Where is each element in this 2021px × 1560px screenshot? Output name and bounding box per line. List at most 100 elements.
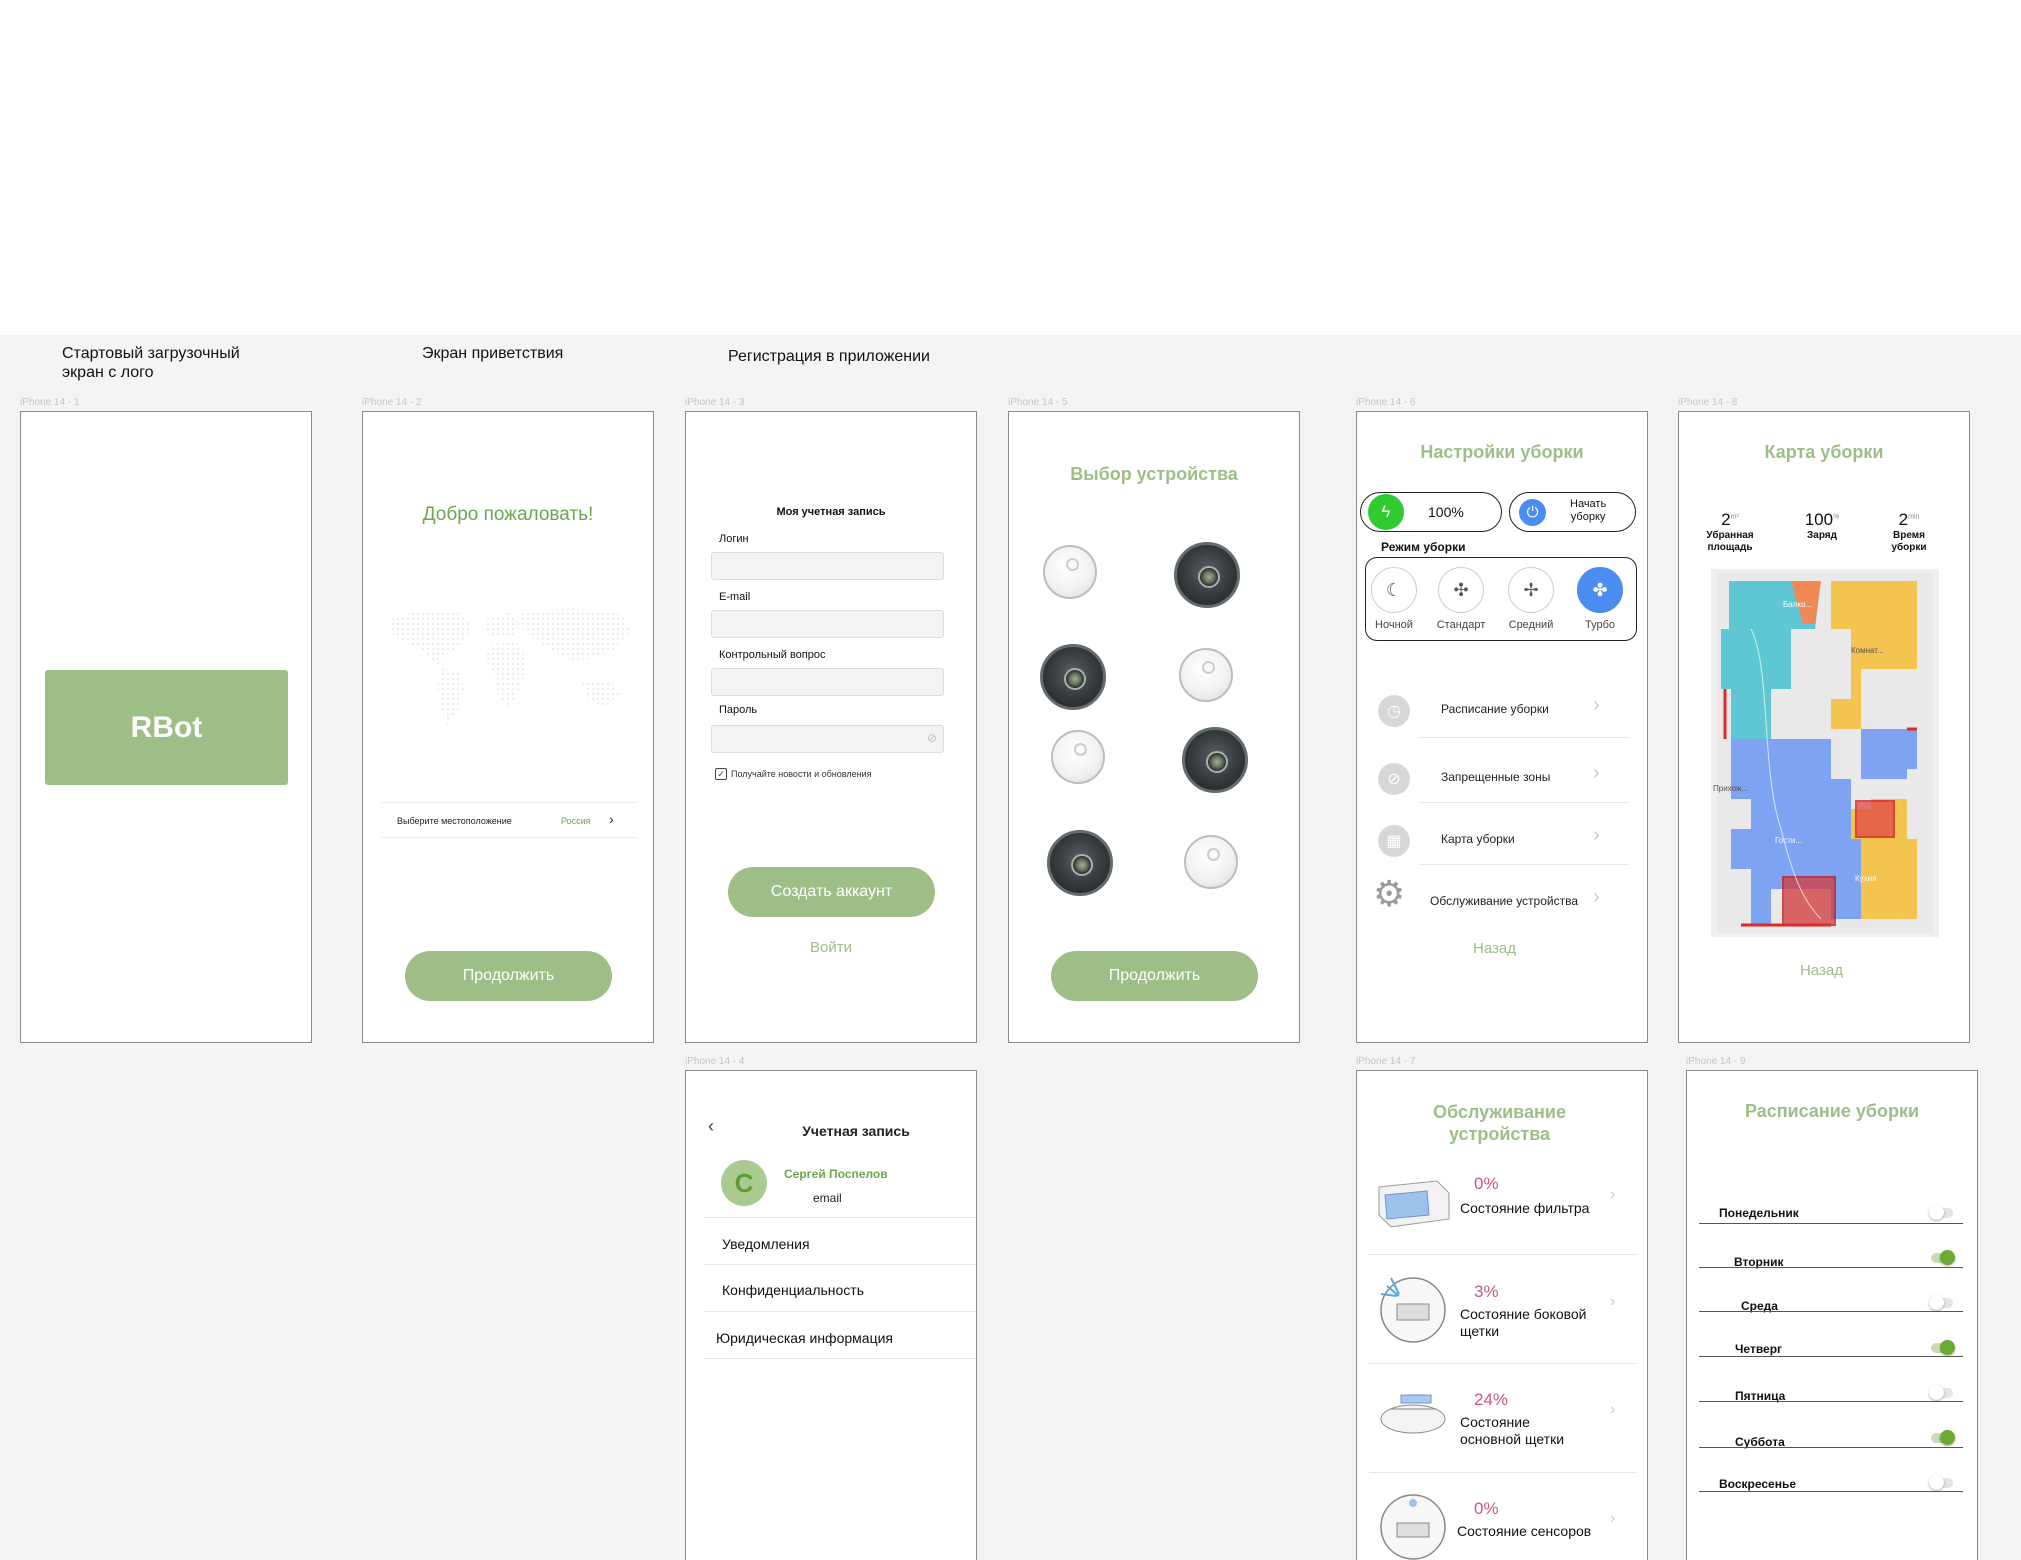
location-value[interactable]: Россия [561, 816, 591, 826]
signin-link[interactable]: Войти [686, 939, 976, 956]
fan-icon[interactable]: ✣ [1438, 567, 1484, 613]
robot-device-dark[interactable] [1182, 727, 1248, 793]
robot-device-dark[interactable] [1174, 542, 1240, 608]
continue-button[interactable]: Продолжить [405, 951, 612, 1001]
chevron-right-icon[interactable]: › [1610, 1293, 1615, 1311]
account-item-notifications[interactable]: Уведомления [722, 1236, 810, 1252]
clock-icon: ◷ [1378, 695, 1410, 727]
fan-icon[interactable]: ✤ [1577, 567, 1623, 613]
chevron-right-icon[interactable]: › [1593, 886, 1600, 909]
mode-label: Ночной [1375, 619, 1413, 631]
welcome-screen: Добро пожаловать! Выберите местоположени… [362, 411, 654, 1043]
account-title: Учетная запись [802, 1123, 910, 1139]
form-title: Моя учетная запись [776, 506, 886, 518]
frame-label: iPhone 14 - 8 [1678, 397, 1738, 408]
chevron-right-icon[interactable]: › [1610, 1401, 1615, 1419]
robot-device-white[interactable] [1051, 730, 1105, 784]
frame-label: iPhone 14 - 4 [685, 1056, 745, 1067]
divider [381, 802, 637, 803]
start-cleaning-button[interactable]: ⏻ Начать уборку [1509, 492, 1636, 532]
frame-label: iPhone 14 - 1 [20, 397, 80, 408]
app-logo: RBot [45, 670, 288, 785]
chevron-right-icon[interactable]: › [1610, 1186, 1615, 1204]
email-input[interactable] [711, 610, 944, 638]
account-item-privacy[interactable]: Конфиденциальность [722, 1282, 864, 1298]
day-label: Воскресенье [1719, 1477, 1797, 1491]
create-account-button[interactable]: Создать аккаунт [728, 867, 935, 917]
divider [1699, 1311, 1963, 1312]
day-toggle[interactable] [1929, 1475, 1953, 1490]
login-input[interactable] [711, 552, 944, 580]
robot-device-white[interactable] [1043, 545, 1097, 599]
gear-icon: ⚙ [1373, 873, 1406, 914]
battery-percent: 100% [1428, 504, 1464, 520]
room-label: Кухня [1855, 874, 1877, 883]
robot-device-white[interactable] [1179, 648, 1233, 702]
question-label: Контрольный вопрос [719, 649, 826, 661]
frame-label: iPhone 14 - 6 [1356, 397, 1416, 408]
login-label: Логин [719, 533, 749, 545]
day-toggle[interactable] [1931, 1430, 1955, 1445]
frame-label: iPhone 14 - 9 [1686, 1056, 1746, 1067]
chevron-right-icon[interactable]: › [1593, 824, 1600, 847]
day-toggle[interactable] [1929, 1295, 1953, 1310]
maintenance-screen: Обслуживание устройства 0% Состояние филь… [1356, 1070, 1648, 1560]
frame-label: iPhone 14 - 2 [362, 397, 422, 408]
caption-welcome-screen: Экран приветствия [422, 345, 564, 362]
schedule-title: Расписание уборки [1744, 1101, 1920, 1121]
settings-title: Настройки уборки [1420, 442, 1584, 462]
forbidden-icon: ⊘ [1378, 763, 1410, 795]
map-title: Карта уборки [1764, 442, 1884, 462]
continue-button[interactable]: Продолжить [1051, 951, 1258, 1001]
day-toggle[interactable] [1929, 1385, 1953, 1400]
account-screen: ‹ Учетная запись С Сергей Поспелов email… [685, 1070, 977, 1560]
day-toggle[interactable] [1929, 1205, 1953, 1220]
caption-start-screen: Стартовый загрузочный экран с лого [62, 345, 240, 381]
floor-map-image [1711, 569, 1939, 937]
question-input[interactable] [711, 668, 944, 696]
splash-screen: RBot [20, 411, 312, 1043]
eye-off-icon[interactable]: ⊘ [927, 731, 937, 745]
robot-device-dark[interactable] [1040, 644, 1106, 710]
newsletter-checkbox[interactable]: ✓ [715, 768, 727, 780]
day-label: Понедельник [1719, 1206, 1799, 1220]
cleaning-map-screen: Карта уборки 2m² Убранная площадь 100% З… [1678, 411, 1970, 1043]
divider [1699, 1401, 1963, 1402]
world-map-image [389, 608, 631, 726]
chevron-right-icon[interactable]: › [1593, 762, 1600, 785]
day-toggle[interactable] [1931, 1250, 1955, 1265]
chevron-right-icon[interactable]: › [609, 811, 614, 827]
room-label: Балко... [1783, 600, 1813, 609]
robot-device-dark[interactable] [1047, 830, 1113, 896]
design-canvas: Стартовый загрузочный экран с лого Экран… [0, 335, 2021, 1560]
chevron-right-icon[interactable]: › [1610, 1510, 1615, 1528]
menu-item-forbidden-zones[interactable]: Запрещенные зоны [1441, 770, 1550, 784]
email-label: E-mail [719, 591, 751, 603]
mode-label: Стандарт [1436, 619, 1486, 631]
divider [1699, 1447, 1963, 1448]
back-link[interactable]: Назад [1357, 940, 1632, 957]
divider [704, 1217, 976, 1218]
stat-charge: 100% Заряд [1804, 510, 1840, 541]
chevron-right-icon[interactable]: › [1593, 694, 1600, 717]
menu-item-map[interactable]: Карта уборки [1441, 832, 1515, 846]
sensor-icon [1380, 1494, 1446, 1560]
back-link[interactable]: Назад [1679, 962, 1964, 979]
divider [704, 1264, 976, 1265]
robot-device-white[interactable] [1184, 835, 1238, 889]
moon-icon[interactable]: ☾ [1371, 567, 1417, 613]
account-item-legal[interactable]: Юридическая информация [716, 1330, 893, 1346]
fan-icon[interactable]: ✢ [1508, 567, 1554, 613]
start-label: Начать уборку [1570, 498, 1607, 523]
menu-item-maintenance[interactable]: Обслуживание устройства [1430, 894, 1578, 908]
avatar: С [721, 1160, 767, 1206]
divider [1419, 864, 1629, 865]
day-toggle[interactable] [1931, 1340, 1955, 1355]
cleaning-settings-screen: Настройки уборки ϟ 100% ⏻ Начать уборку Р… [1356, 411, 1648, 1043]
password-input[interactable]: ⊘ [711, 725, 944, 753]
stat-time: 2min Время уборки [1891, 510, 1927, 553]
user-name: Сергей Поспелов [784, 1167, 888, 1181]
frame-label: iPhone 14 - 3 [685, 397, 745, 408]
menu-item-schedule[interactable]: Расписание уборки [1441, 702, 1549, 716]
divider [1369, 1363, 1637, 1364]
